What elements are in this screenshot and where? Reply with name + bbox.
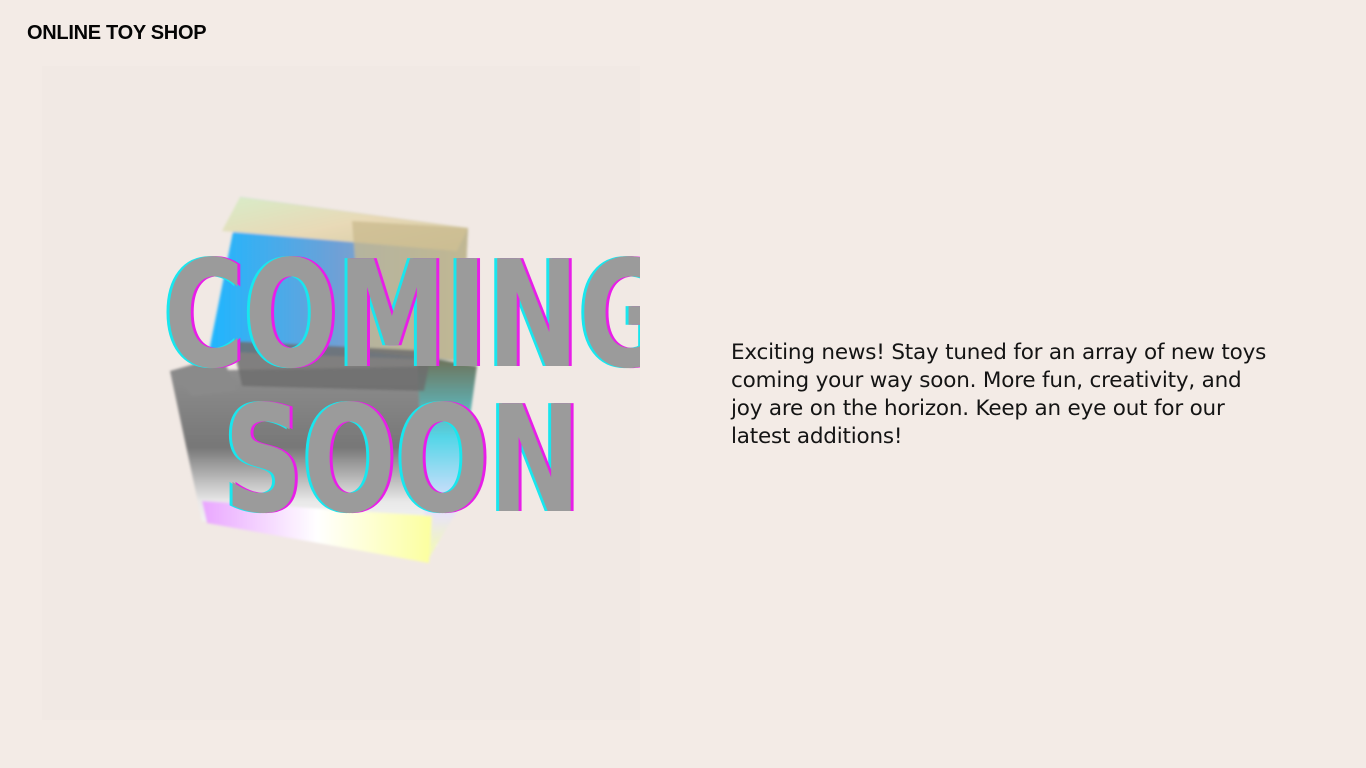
coming-soon-headline: COMING COMING COMING SOON SOON SOON: [161, 228, 640, 546]
coming-soon-description: Exciting news! Stay tuned for an array o…: [731, 340, 1267, 449]
headline-line2: SOON: [224, 373, 581, 546]
hero-image: COMING COMING COMING SOON SOON SOON: [42, 66, 640, 720]
site-logo-link[interactable]: ONLINE TOY SHOP: [27, 22, 207, 45]
